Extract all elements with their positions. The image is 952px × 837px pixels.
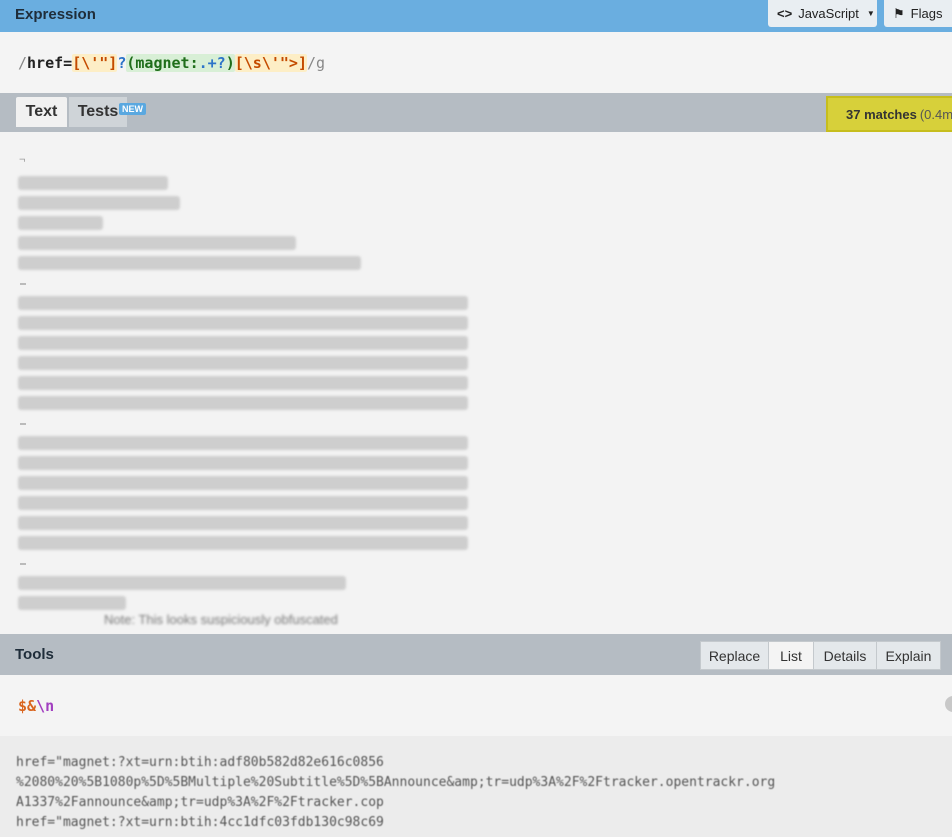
new-badge: NEW [119, 103, 146, 115]
code-line [18, 436, 468, 450]
flags-text: g [316, 54, 326, 72]
expression-input[interactable]: /href=[\'"]?(magnet:.+?)[\s\'">]/g [0, 32, 952, 93]
code-line [18, 216, 103, 230]
blank-line-mark [20, 283, 26, 285]
close-delimiter: / [307, 54, 317, 72]
list-button[interactable]: List [768, 641, 814, 670]
group-quantifier: +? [207, 54, 226, 72]
code-line [18, 176, 168, 190]
code-line [18, 396, 468, 410]
flavor-button[interactable]: <> JavaScript ▼ [768, 0, 877, 27]
test-text-editor[interactable]: ¬ Note: This looks suspiciously obfuscat… [0, 132, 952, 634]
code-line [18, 196, 180, 210]
blank-line-mark [20, 563, 26, 565]
code-line [18, 536, 468, 550]
list-expression: $&\n [18, 697, 54, 715]
code-line [18, 376, 468, 390]
replace-button[interactable]: Replace [700, 641, 769, 670]
open-delimiter: / [18, 54, 28, 72]
match-count: 37 matches (0.4ms) [826, 96, 952, 132]
code-line [18, 256, 361, 270]
flavor-label: JavaScript [798, 6, 859, 21]
result-line: href="magnet:?xt=urn:btih:4cc1dfc03fdb13… [16, 815, 384, 830]
code-line [18, 516, 468, 530]
char-set-2: [\s\'">] [234, 54, 307, 72]
code-line [18, 336, 468, 350]
code-line [18, 596, 126, 610]
flags-button[interactable]: ⚑ Flags [884, 0, 952, 27]
char-set-1: [\'"] [72, 54, 118, 72]
blank-line-mark [20, 423, 26, 425]
code-line [18, 496, 468, 510]
pattern-literal: href= [27, 54, 73, 72]
flags-label: Flags [910, 6, 943, 21]
group-open: (magnet: [126, 54, 199, 72]
info-icon[interactable] [945, 696, 952, 712]
match-time: (0.4ms) [919, 106, 952, 122]
expression-title: Expression [15, 6, 96, 23]
tools-bar: Tools Replace List Details Explain [0, 634, 952, 675]
explain-button[interactable]: Explain [876, 641, 941, 670]
replacement-token: $& [18, 697, 37, 715]
details-button[interactable]: Details [813, 641, 877, 670]
chevron-down-icon: ▼ [866, 9, 875, 18]
result-line: A1337%2Fannounce&amp;tr=udp%3A%2F%2Ftrac… [16, 795, 384, 810]
code-line [18, 576, 346, 590]
list-expression-input[interactable]: $&\n [0, 675, 952, 736]
results-output: href="magnet:?xt=urn:btih:adf80b582d82e6… [0, 736, 952, 837]
newline-escape: \n [36, 697, 55, 715]
code-line [18, 476, 468, 490]
line-mark: ¬ [19, 154, 26, 166]
code-line [18, 316, 468, 330]
code-line [18, 296, 468, 310]
tab-text[interactable]: Text [16, 97, 67, 127]
expression-header: Expression <> JavaScript ▼ ⚑ Flags [0, 0, 952, 32]
group-close: ) [225, 54, 235, 72]
result-line: %2080%20%5B1080p%5D%5BMultiple%20Subtitl… [16, 775, 776, 790]
result-line: href="magnet:?xt=urn:btih:adf80b582d82e6… [16, 755, 384, 770]
note-text: Note: This looks suspiciously obfuscated [104, 612, 338, 626]
group-dot: . [198, 54, 208, 72]
tools-title: Tools [15, 646, 54, 663]
code-brackets-icon: <> [777, 6, 793, 21]
code-line [18, 356, 468, 370]
code-line [18, 236, 296, 250]
flag-icon: ⚑ [893, 5, 905, 21]
code-line [18, 456, 468, 470]
match-count-label: 37 matches [846, 106, 917, 122]
expression-pattern: /href=[\'"]?(magnet:.+?)[\s\'">]/g [18, 54, 325, 72]
